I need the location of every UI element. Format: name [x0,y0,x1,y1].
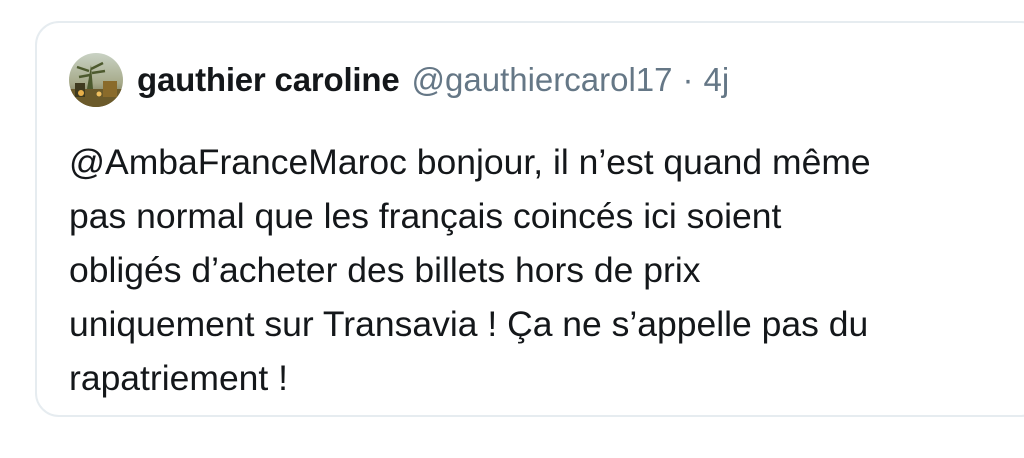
author-name[interactable]: gauthier caroline [137,61,400,99]
tweet-text: @AmbaFranceMaroc bonjour, il n’est quand… [69,135,999,405]
tweet-header: gauthier caroline @gauthiercarol17 · 4j [69,53,729,107]
author-handle[interactable]: @gauthiercarol17 [412,61,673,99]
quoted-tweet-card[interactable]: gauthier caroline @gauthiercarol17 · 4j … [35,21,1024,417]
avatar[interactable] [69,53,123,107]
tweet-text-line: pas normal que les français coincés ici … [69,196,782,236]
tweet-text-line: obligés d’acheter des billets hors de pr… [69,250,701,290]
timestamp[interactable]: 4j [704,61,730,99]
avatar-photo-icon [69,53,123,107]
tweet-text-line: uniquement sur Transavia ! Ça ne s’appel… [69,304,869,344]
tweet-text-line: @AmbaFranceMaroc bonjour, il n’est quand… [69,142,871,182]
separator-dot: · [682,61,694,98]
tweet-text-line: rapatriement ! [69,358,289,398]
